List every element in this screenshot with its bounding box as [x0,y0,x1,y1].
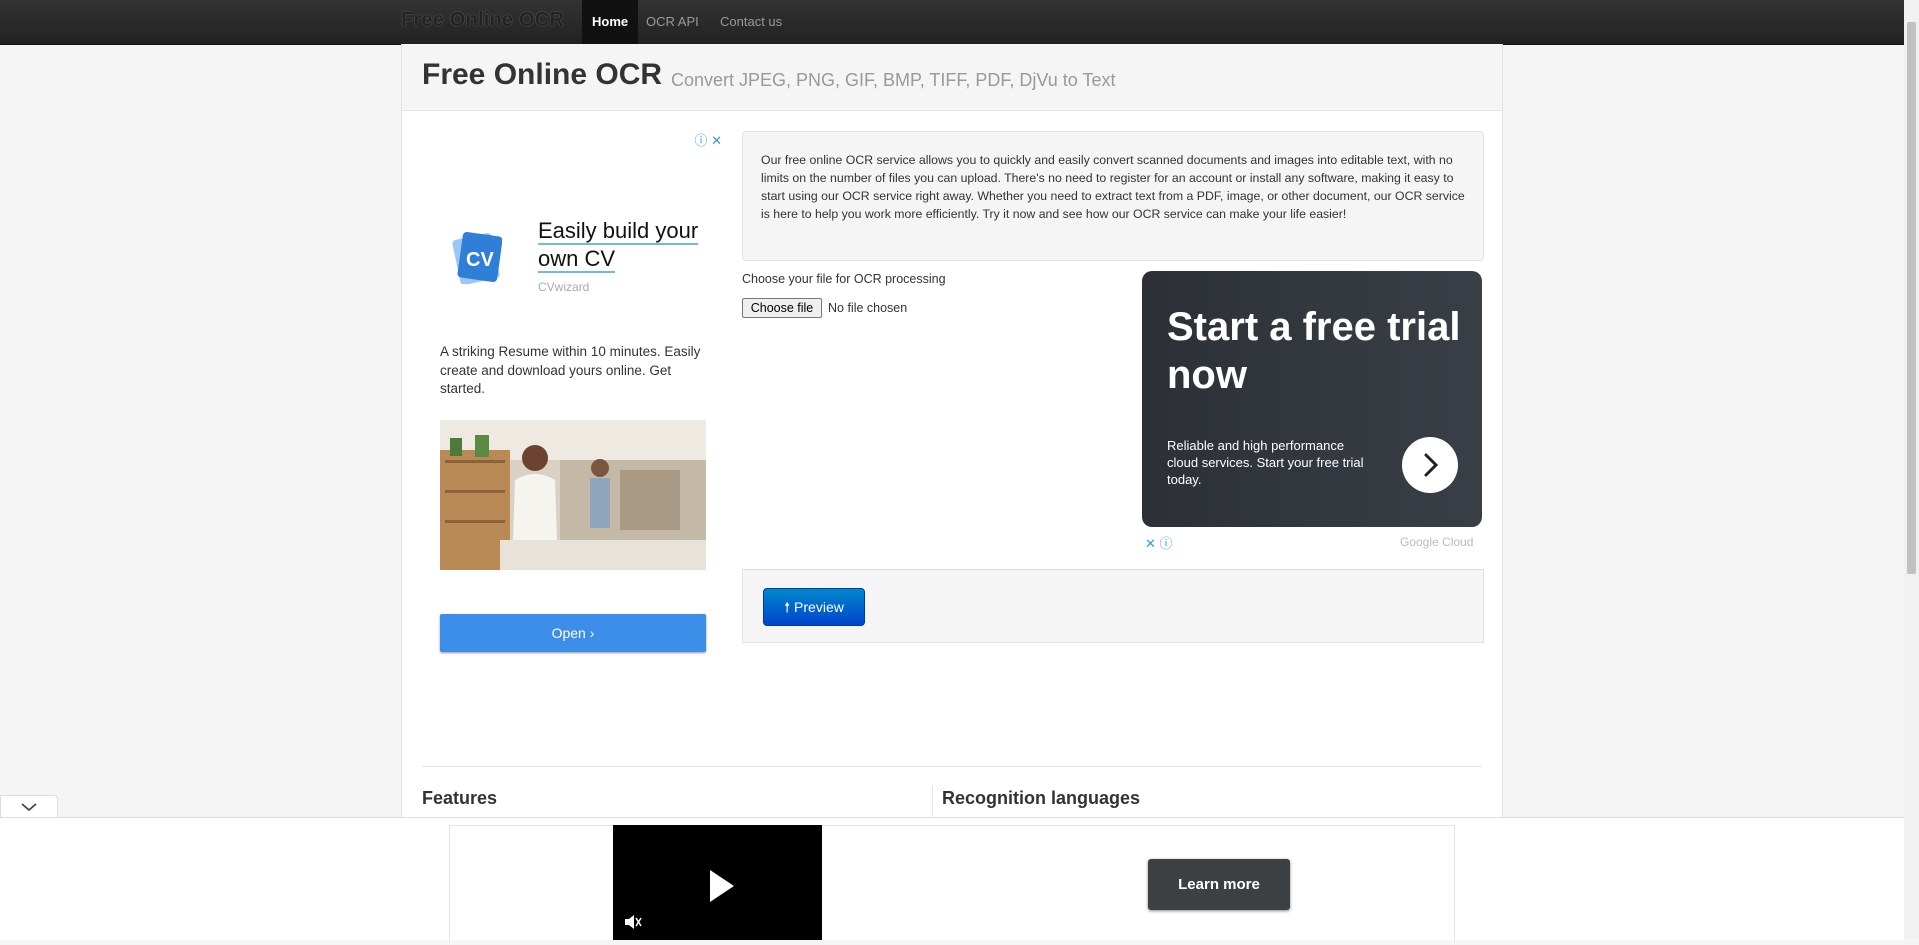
languages-heading: Recognition languages [942,788,1141,808]
intro-well: Our free online OCR service allows you t… [742,131,1484,261]
preview-button-label: Preview [794,599,844,615]
cv-ad-description: A striking Resume within 10 minutes. Eas… [440,344,701,396]
section-divider [422,766,1482,767]
page-header: Free Online OCR Convert JPEG, PNG, GIF, … [402,44,1502,111]
chevron-down-icon [21,803,37,812]
preview-well: 🠕 Preview [742,569,1484,643]
intro-text: Our free online OCR service allows you t… [761,153,1465,221]
cloud-ad-arrow-button[interactable] [1402,437,1458,493]
chevron-right-icon: › [589,625,595,641]
scrollbar-thumb[interactable] [1907,22,1916,574]
upload-arrow-icon: 🠕 [784,599,791,615]
video-player[interactable] [613,825,822,940]
nav-ocr-api[interactable]: OCR API [636,0,709,44]
cv-ad-headline[interactable]: Easily build your own CV [538,217,726,273]
ad-choices-icon[interactable]: ⓘ ✕ [694,130,722,149]
cv-logo-icon: CV [452,231,502,284]
features-heading: Features [422,788,498,808]
cloud-ad-body: Reliable and high performance cloud serv… [1167,438,1364,487]
bottom-ad-frame [449,825,1455,941]
page-scrollbar[interactable] [1904,0,1919,939]
preview-button[interactable]: 🠕 Preview [763,588,865,626]
ad-collapse-toggle[interactable] [0,795,58,818]
office-photo-image [440,420,706,570]
page-subtitle: Convert JPEG, PNG, GIF, BMP, TIFF, PDF, … [671,70,1116,90]
nav-home[interactable]: Home [582,0,639,44]
cloud-ad-brand: Google Cloud [1400,535,1474,549]
cv-ad-open-button[interactable]: Open › [440,614,706,652]
video-controls [625,870,734,929]
page-title: Free Online OCR [422,58,663,91]
mute-icon [625,915,642,929]
top-navbar: Free Online OCR Home OCR API Contact us [0,0,1904,45]
play-icon [710,870,734,902]
open-button-label: Open [551,625,586,641]
main-container: Free Online OCR Convert JPEG, PNG, GIF, … [401,44,1503,939]
chevron-right-icon [1424,453,1439,477]
ad-close-icon[interactable]: ✕ ⓘ [1145,533,1173,552]
cloud-ad-headline: Start a free trial now [1167,305,1461,397]
navbar-brand[interactable]: Free Online OCR [401,9,564,32]
cloud-ad[interactable]: Start a free trial now Reliable and high… [1142,271,1482,527]
file-upload-label: Choose your file for OCR processing [742,272,946,286]
cv-logo-text: CV [466,249,494,271]
cv-ad[interactable]: ⓘ ✕ CV Easily build your own CV CVwizard… [420,128,726,728]
cv-ad-brand: CVwizard [538,280,590,294]
choose-file-button[interactable]: Choose file [742,298,822,318]
nav-contact-us[interactable]: Contact us [710,0,792,44]
file-status: No file chosen [828,301,908,315]
cv-ad-photo[interactable] [440,420,706,570]
learn-more-button[interactable]: Learn more [1148,859,1290,910]
bottom-sticky-ad: Learn more [0,817,1904,941]
